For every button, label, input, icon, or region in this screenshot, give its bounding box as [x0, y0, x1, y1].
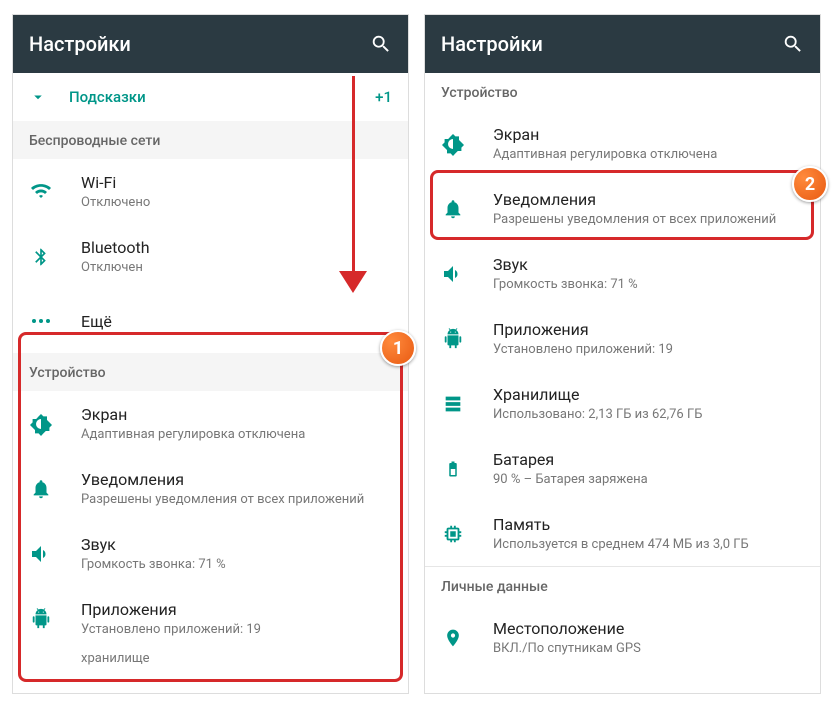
android-icon	[441, 327, 465, 351]
apps-sub-right: Установлено приложений: 19	[493, 342, 804, 357]
appbar-title-right: Настройки	[441, 32, 543, 56]
section-personal: Личные данные	[425, 567, 820, 605]
highlight-notifications	[430, 170, 814, 240]
display-sub-right: Адаптивная регулировка отключена	[493, 147, 804, 162]
appbar-title: Настройки	[29, 32, 131, 56]
search-icon[interactable]	[370, 33, 392, 55]
sound-sub-right: Громкость звонка: 71 %	[493, 277, 804, 292]
location-sub: ВКЛ./По спутникам GPS	[493, 641, 804, 656]
section-device-right: Устройство	[425, 73, 820, 111]
wifi-icon	[29, 180, 53, 204]
battery-title: Батарея	[493, 450, 804, 469]
more-icon	[29, 309, 53, 333]
hints-label: Подсказки	[69, 88, 146, 106]
hints-count: +1	[375, 88, 392, 106]
memory-icon	[441, 522, 465, 546]
row-memory[interactable]: Память Используется в среднем 474 МБ из …	[425, 501, 820, 566]
memory-sub: Используется в среднем 474 МБ из 3,0 ГБ	[493, 537, 804, 552]
location-title: Местоположение	[493, 619, 804, 638]
display-title-right: Экран	[493, 125, 804, 144]
memory-title: Память	[493, 515, 804, 534]
row-storage[interactable]: Хранилище Использовано: 2,13 ГБ из 62,76…	[425, 371, 820, 436]
storage-icon	[441, 392, 465, 416]
annotation-arrow	[338, 76, 368, 294]
chevron-down-icon	[29, 88, 47, 106]
sound-title-right: Звук	[493, 255, 804, 274]
apps-title-right: Приложения	[493, 320, 804, 339]
phone-right: Настройки Устройство Экран Адаптивная ре…	[424, 14, 821, 694]
badge-1: 1	[380, 330, 416, 366]
battery-icon	[441, 457, 465, 481]
location-icon	[441, 626, 465, 650]
badge-2: 2	[792, 166, 828, 202]
storage-sub: Использовано: 2,13 ГБ из 62,76 ГБ	[493, 407, 804, 422]
row-apps-right[interactable]: Приложения Установлено приложений: 19	[425, 306, 820, 371]
bluetooth-icon	[29, 245, 53, 269]
row-sound-right[interactable]: Звук Громкость звонка: 71 %	[425, 241, 820, 306]
appbar: Настройки	[13, 15, 408, 73]
highlight-device-section	[18, 332, 403, 682]
battery-sub: 90 % – Батарея заряжена	[493, 472, 804, 487]
brightness-icon	[441, 132, 465, 156]
appbar-right: Настройки	[425, 15, 820, 73]
storage-title: Хранилище	[493, 385, 804, 404]
more-title: Ещё	[81, 312, 392, 331]
row-location[interactable]: Местоположение ВКЛ./По спутникам GPS	[425, 605, 820, 670]
search-icon[interactable]	[782, 33, 804, 55]
volume-icon	[441, 262, 465, 286]
row-display-right[interactable]: Экран Адаптивная регулировка отключена	[425, 111, 820, 176]
row-battery[interactable]: Батарея 90 % – Батарея заряжена	[425, 436, 820, 501]
